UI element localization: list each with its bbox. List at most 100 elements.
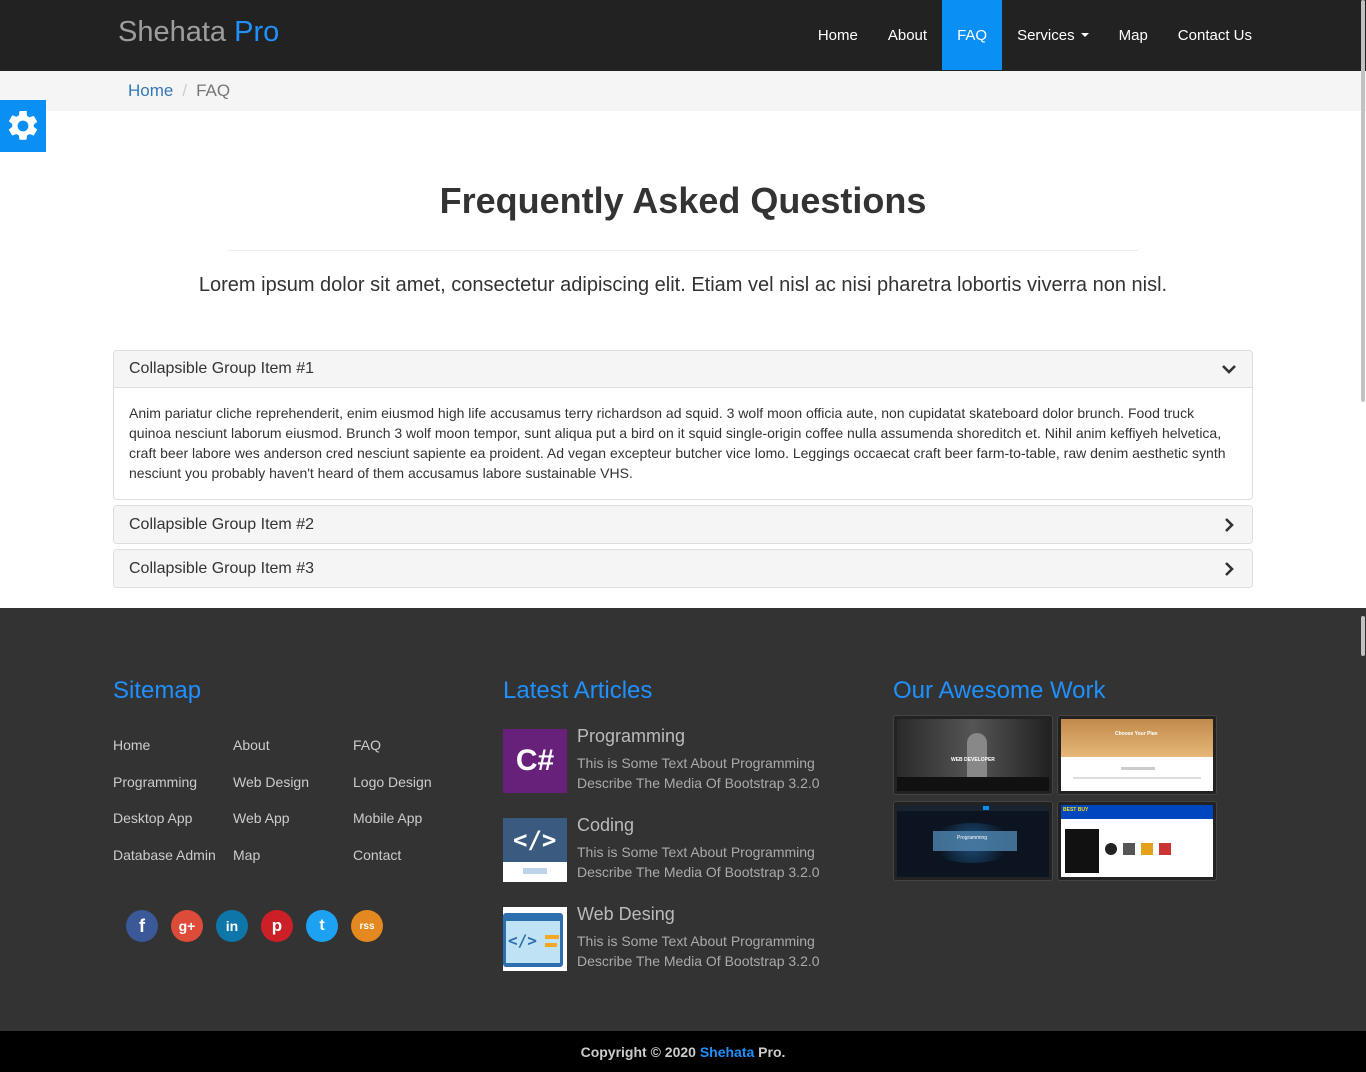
nav-services-dropdown[interactable]: Services [1002, 0, 1104, 70]
person-silhouette [967, 733, 987, 777]
accordion-title: Collapsible Group Item #2 [129, 515, 314, 533]
sitemap-link-home[interactable]: Home [113, 737, 150, 753]
accordion-panel: Collapsible Group Item #1 Anim pariatur … [113, 350, 1253, 500]
work-image: BEST BUY [1061, 805, 1213, 877]
scrollbar-thumb[interactable] [1361, 0, 1365, 402]
pinterest-icon[interactable]: p [261, 910, 293, 942]
sitemap-link-contact[interactable]: Contact [353, 847, 401, 863]
scrollbar[interactable] [1360, 0, 1366, 1072]
accordion-heading-2[interactable]: Collapsible Group Item #2 [114, 506, 1252, 543]
main-nav: Home About FAQ Services Map Contact Us [803, 0, 1267, 70]
sitemap-link-desktop-app[interactable]: Desktop App [113, 810, 192, 826]
chevron-down-icon [1222, 365, 1236, 374]
product-image-shape [1065, 829, 1099, 873]
google-plus-glyph: g+ [178, 918, 196, 934]
nav-map[interactable]: Map [1104, 0, 1163, 70]
web-design-thumbnail[interactable]: </> [503, 907, 567, 971]
sitemap-heading: Sitemap [113, 677, 202, 704]
work-thumbnail-4[interactable]: BEST BUY [1057, 801, 1217, 881]
copyright-text: Copyright © 2020 Shehata Pro. [0, 1044, 1366, 1060]
code-brackets-icon: </> [508, 931, 537, 950]
breadcrumb-home[interactable]: Home [128, 81, 173, 100]
text-line-shape [1121, 767, 1155, 770]
chevron-right-icon [1225, 517, 1234, 532]
coding-thumbnail[interactable]: </> [503, 818, 567, 882]
article-item: </> Web Desing This is Some Text About P… [503, 904, 863, 971]
sitemap-link-web-app[interactable]: Web App [233, 810, 290, 826]
footer: Sitemap Home About FAQ Programming Web D… [0, 608, 1366, 1031]
brand-logo[interactable]: Shehata Pro [118, 16, 279, 49]
sitemap-link-logo-design[interactable]: Logo Design [353, 774, 432, 790]
sitemap-link-faq[interactable]: FAQ [353, 737, 381, 753]
nav-bar-shape [897, 805, 1049, 811]
settings-toggle[interactable] [0, 100, 46, 152]
nav-about[interactable]: About [873, 0, 942, 70]
rss-icon[interactable]: rss [351, 910, 383, 942]
code-line-shape [545, 935, 559, 939]
brand-name: Shehata [118, 16, 227, 48]
work-thumbnail-2[interactable]: Choose Your Plan [1057, 715, 1217, 795]
active-tab-shape [983, 806, 989, 810]
nav-contact[interactable]: Contact Us [1163, 0, 1267, 70]
article-text: This is Some Text About Programming Desc… [577, 755, 820, 791]
gear-icon [8, 110, 38, 140]
breadcrumb-separator: / [182, 81, 188, 100]
accordion-heading-3[interactable]: Collapsible Group Item #3 [114, 550, 1252, 587]
work-caption: BEST BUY [1063, 807, 1089, 813]
sitemap-link-web-design[interactable]: Web Design [233, 774, 309, 790]
csharp-thumbnail[interactable]: C# [503, 729, 567, 793]
hero-shape [1061, 719, 1213, 757]
work-image: Programming [897, 805, 1049, 877]
work-thumbnail-3[interactable]: Programming [893, 801, 1053, 881]
page-title: Frequently Asked Questions [439, 180, 927, 221]
nav-faq[interactable]: FAQ [942, 0, 1003, 70]
title-divider [228, 250, 1138, 251]
product-thumb-shape [1105, 843, 1117, 855]
code-brackets-icon: </> [513, 826, 557, 854]
copyright-bar: Copyright © 2020 Shehata Pro. [0, 1031, 1366, 1072]
facebook-glyph: f [139, 915, 145, 936]
page-lead: Lorem ipsum dolor sit amet, consectetur … [198, 274, 1168, 296]
sitemap-link-map[interactable]: Map [233, 847, 260, 863]
article-title[interactable]: Web Desing [577, 904, 675, 925]
code-line-shape [545, 943, 557, 947]
breadcrumb: Home / FAQ [128, 81, 230, 101]
work-caption: WEB DEVELOPER [951, 757, 995, 763]
article-item: </> Coding This is Some Text About Progr… [503, 815, 863, 882]
accordion-title: Collapsible Group Item #1 [129, 360, 314, 377]
work-heading: Our Awesome Work [893, 677, 1106, 704]
work-thumbnail-1[interactable]: WEB DEVELOPER [893, 715, 1053, 795]
sitemap-link-database-admin[interactable]: Database Admin [113, 847, 216, 863]
facebook-icon[interactable]: f [126, 910, 158, 942]
article-title[interactable]: Coding [577, 815, 634, 836]
article-item: C# Programming This is Some Text About P… [503, 726, 863, 793]
product-thumb-shape [1141, 843, 1153, 855]
product-thumb-shape [1123, 843, 1135, 855]
rss-glyph: rss [359, 920, 375, 932]
sitemap-link-about[interactable]: About [233, 737, 270, 753]
work-image: Choose Your Plan [1061, 719, 1213, 791]
overlay-box [933, 831, 1017, 851]
accordion-panel: Collapsible Group Item #2 [113, 505, 1253, 544]
linkedin-glyph: in [225, 918, 239, 934]
work-caption: Choose Your Plan [1115, 731, 1158, 737]
article-text: This is Some Text About Programming Desc… [577, 933, 820, 969]
copyright-brand[interactable]: Shehata [700, 1044, 754, 1060]
twitter-icon[interactable]: t [306, 910, 338, 942]
accordion-body-1: Anim pariatur cliche reprehenderit, enim… [129, 405, 1226, 481]
work-image: WEB DEVELOPER [897, 719, 1049, 791]
article-title[interactable]: Programming [577, 726, 685, 747]
nav-services-label: Services [1017, 26, 1075, 44]
sitemap-link-mobile-app[interactable]: Mobile App [353, 810, 422, 826]
breadcrumb-current: FAQ [196, 81, 231, 100]
accordion-panel: Collapsible Group Item #3 [113, 549, 1253, 588]
scrollbar-thumb[interactable] [1361, 616, 1365, 656]
product-thumb-shape [1159, 843, 1171, 855]
linkedin-icon[interactable]: in [216, 910, 248, 942]
copyright-suffix: Pro. [758, 1044, 786, 1060]
csharp-logo-text: C# [515, 744, 555, 777]
nav-home[interactable]: Home [803, 0, 873, 70]
accordion-heading-1[interactable]: Collapsible Group Item #1 [114, 351, 1252, 388]
google-plus-icon[interactable]: g+ [171, 910, 203, 942]
sitemap-link-programming[interactable]: Programming [113, 774, 197, 790]
